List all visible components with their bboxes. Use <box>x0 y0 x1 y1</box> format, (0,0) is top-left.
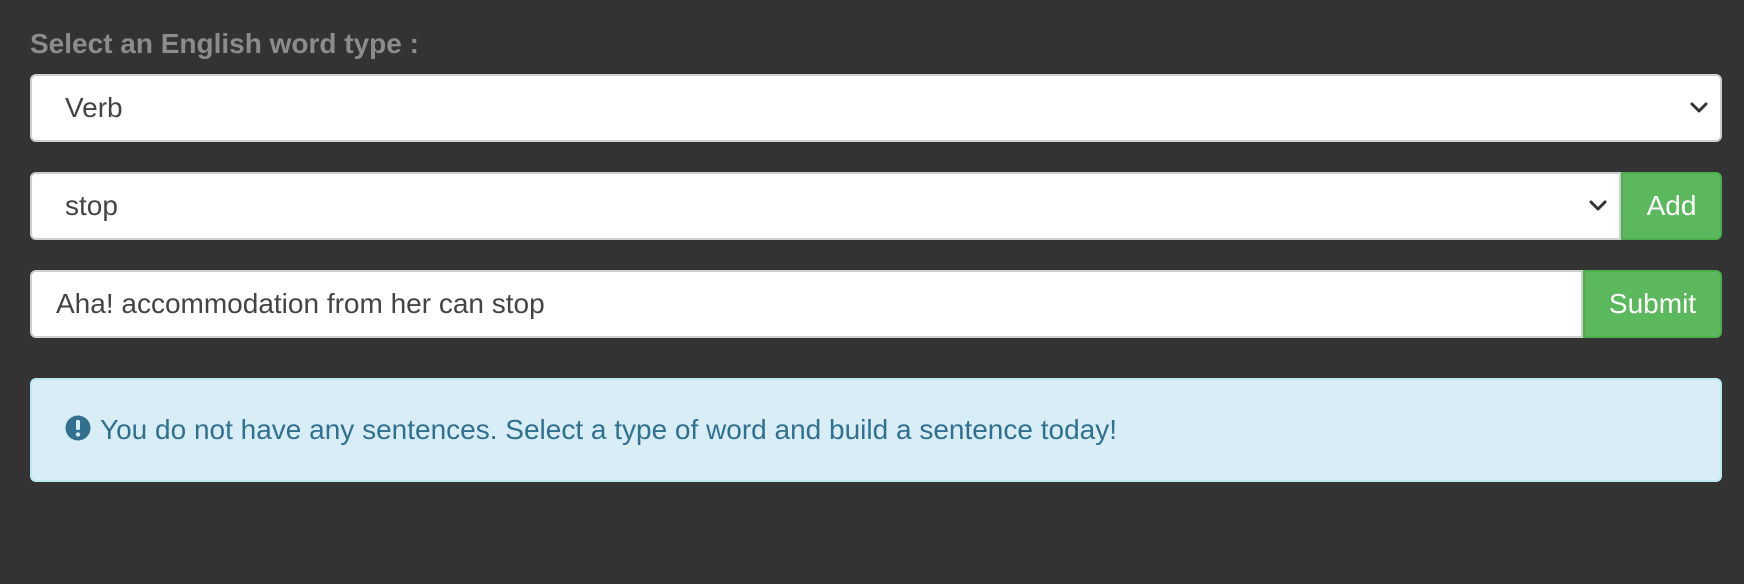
info-alert: You do not have any sentences. Select a … <box>30 378 1722 482</box>
exclamation-circle-icon <box>64 414 92 442</box>
word-select[interactable]: stop <box>30 172 1621 240</box>
word-selected-value: stop <box>65 190 118 221</box>
alert-message: You do not have any sentences. Select a … <box>100 414 1118 445</box>
word-type-label: Select an English word type : <box>30 28 419 59</box>
add-button[interactable]: Add <box>1621 172 1722 240</box>
word-type-select[interactable]: Verb <box>30 74 1722 142</box>
sentence-input[interactable] <box>30 270 1583 338</box>
chevron-down-icon <box>1587 195 1609 217</box>
submit-button[interactable]: Submit <box>1583 270 1722 338</box>
chevron-down-icon <box>1688 97 1710 119</box>
word-type-selected-value: Verb <box>65 92 123 123</box>
